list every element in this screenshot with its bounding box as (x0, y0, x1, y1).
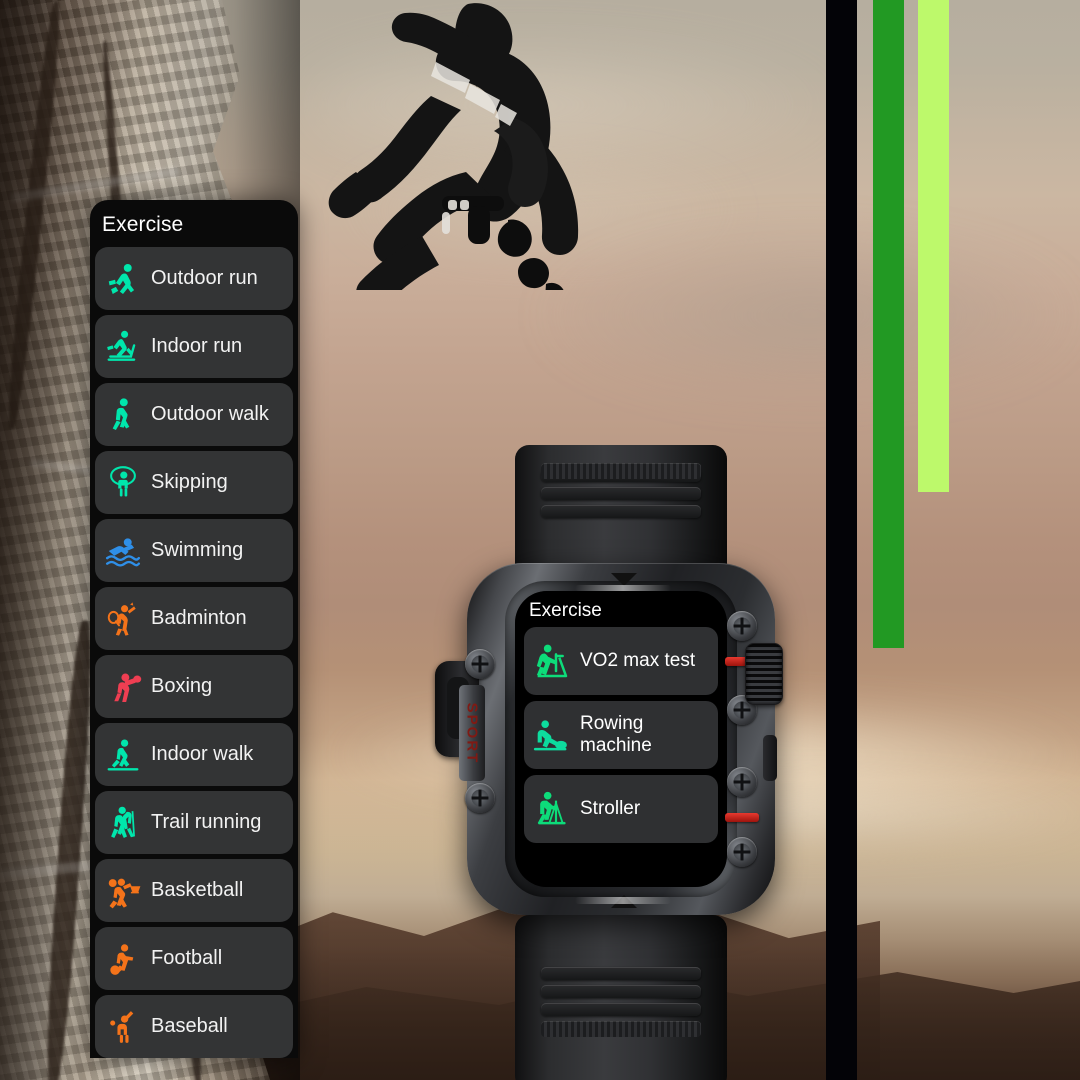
watch-crown[interactable] (745, 643, 783, 705)
cloud-3 (540, 230, 1080, 400)
watch-side-button[interactable] (763, 735, 777, 781)
climber-silhouette-icon (318, 0, 598, 290)
sport-label-text: SPORT (463, 702, 481, 764)
list-item[interactable]: Boxing (95, 655, 293, 718)
red-accent-bar (725, 813, 759, 822)
band-ridge (541, 967, 701, 980)
panel-title: Exercise (102, 213, 184, 236)
basketball-icon (103, 871, 143, 911)
sport-label: SPORT (459, 685, 485, 781)
trail-running-icon (103, 803, 143, 843)
rock-crack (41, 619, 97, 1080)
list-item-label: Indoor walk (151, 743, 254, 765)
watch-list-item-label: Rowing machine (580, 712, 652, 756)
screw-icon[interactable] (727, 767, 757, 797)
outdoor-run-icon (103, 259, 143, 299)
exercise-list: Outdoor run Indoor run Outdoor walk Skip… (90, 247, 298, 1058)
watch-list-item[interactable]: VO2 max test (524, 627, 718, 695)
list-item[interactable]: Outdoor walk (95, 383, 293, 446)
list-item-label: Basketball (151, 879, 244, 901)
screw-icon (465, 783, 495, 813)
list-item-label: Swimming (151, 539, 244, 561)
list-item[interactable]: Outdoor run (95, 247, 293, 310)
list-item[interactable]: Indoor walk (95, 723, 293, 786)
list-item[interactable]: Badminton (95, 587, 293, 650)
exercise-list-panel: Exercise Outdoor run Indoor run Outdoor … (90, 200, 298, 1058)
screenshot-canvas: Exercise Outdoor run Indoor run Outdoor … (0, 0, 1080, 1080)
vo2-max-treadmill-icon (530, 639, 572, 683)
badminton-icon (103, 599, 143, 639)
swimming-icon (103, 531, 143, 571)
band-grip-top (541, 463, 701, 479)
watch-list-item[interactable]: Rowing machine (524, 701, 718, 769)
list-item[interactable]: Basketball (95, 859, 293, 922)
case-highlight-bottom (575, 897, 671, 904)
football-icon (103, 939, 143, 979)
outdoor-walk-icon (103, 395, 143, 435)
band-ridge (541, 505, 701, 518)
watch-list-item-label: VO2 max test (580, 649, 696, 671)
smartwatch: Exercise VO2 max test Rowing machine Str… (435, 445, 795, 1080)
watch-screen-title: Exercise (529, 600, 602, 621)
list-item-label: Indoor run (151, 335, 243, 357)
band-ridge (541, 985, 701, 998)
watch-band-bottom (515, 915, 727, 1080)
band-ridge (541, 1003, 701, 1016)
watch-case: Exercise VO2 max test Rowing machine Str… (467, 563, 775, 915)
indoor-walk-icon (103, 735, 143, 775)
watch-exercise-list: VO2 max test Rowing machine Stroller (515, 627, 727, 843)
list-item[interactable]: Trail running (95, 791, 293, 854)
list-item-label: Outdoor run (151, 267, 258, 289)
boxing-icon (103, 667, 143, 707)
list-item-label: Football (151, 947, 223, 969)
list-item-label: Badminton (151, 607, 247, 629)
watch-list-item-label: Stroller (580, 797, 641, 819)
list-item[interactable]: Baseball (95, 995, 293, 1058)
rowing-machine-icon (530, 713, 572, 757)
indoor-run-icon (103, 327, 143, 367)
case-highlight-top (575, 585, 671, 591)
list-item[interactable]: Indoor run (95, 315, 293, 378)
stroller-icon (530, 787, 572, 831)
right-black-strip (826, 0, 857, 1080)
screw-icon (465, 649, 495, 679)
screw-icon[interactable] (727, 837, 757, 867)
baseball-icon (103, 1007, 143, 1047)
list-item-label: Baseball (151, 1015, 228, 1037)
band-grip-bottom (541, 1021, 701, 1037)
list-item-label: Boxing (151, 675, 213, 697)
rock-crack (3, 0, 65, 430)
watch-list-item[interactable]: Stroller (524, 775, 718, 843)
screw-icon[interactable] (727, 611, 757, 641)
list-item[interactable]: Swimming (95, 519, 293, 582)
accent-bar-dark-green (873, 0, 904, 648)
list-item-label: Trail running (151, 811, 262, 833)
list-item-label: Skipping (151, 471, 228, 493)
list-item[interactable]: Skipping (95, 451, 293, 514)
list-item[interactable]: Football (95, 927, 293, 990)
band-ridge (541, 487, 701, 500)
accent-bar-light-green (918, 0, 949, 492)
list-item-label: Outdoor walk (151, 403, 269, 425)
watch-screen: Exercise VO2 max test Rowing machine Str… (515, 591, 727, 887)
skipping-icon (103, 463, 143, 503)
